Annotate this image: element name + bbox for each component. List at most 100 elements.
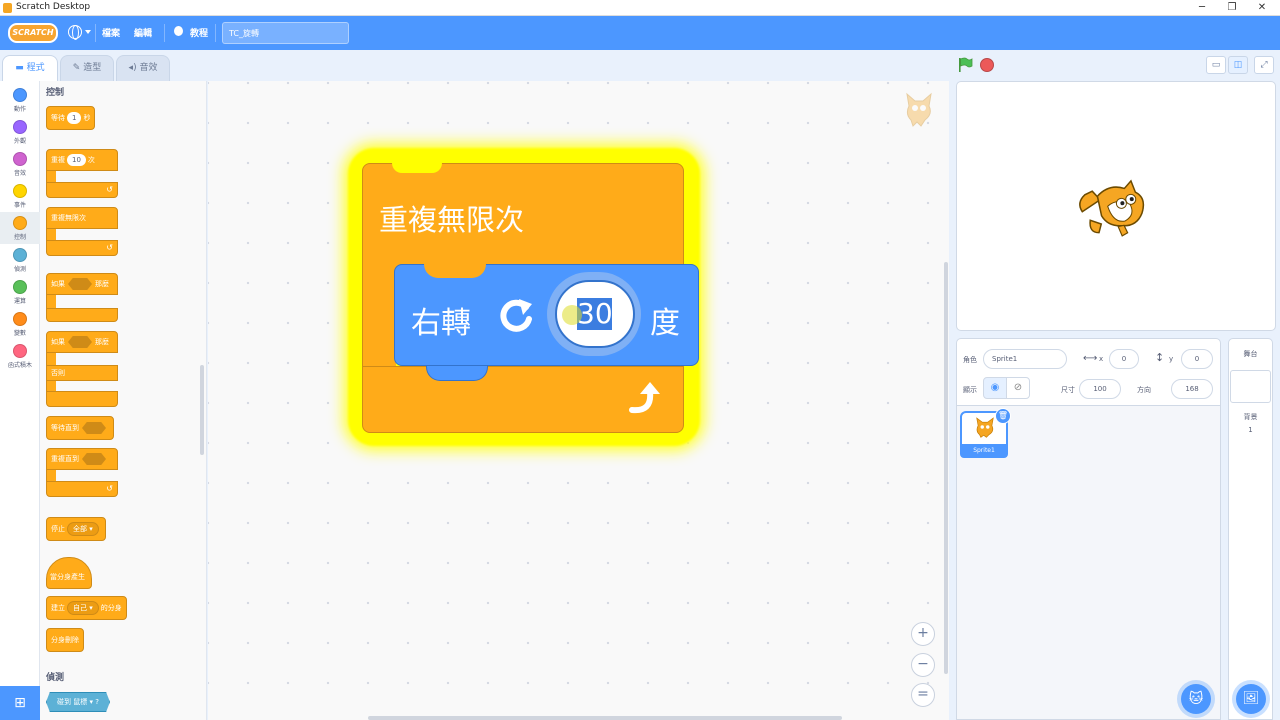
x-position-input[interactable]: 0: [1109, 349, 1139, 369]
tab-costumes[interactable]: ✎ 造型: [60, 55, 114, 81]
repeat-block-top: 重複 10 次: [46, 149, 118, 171]
fullscreen-button[interactable]: ⤢: [1254, 56, 1274, 74]
category-sensing[interactable]: 偵測: [0, 244, 40, 276]
scratch-logo[interactable]: SCRATCH: [8, 23, 58, 43]
clone-hat-label: 當分身產生: [50, 573, 85, 581]
x-label: x: [1099, 355, 1104, 363]
ifelse-block-arm: [46, 353, 56, 365]
if-block-arm: [46, 295, 56, 309]
category-sound[interactable]: 音效: [0, 148, 40, 180]
zoom-reset-button[interactable]: =: [911, 683, 935, 707]
category-variables[interactable]: 變數: [0, 308, 40, 340]
file-menu[interactable]: 檔案: [102, 26, 120, 39]
edit-menu[interactable]: 編輯: [134, 26, 152, 39]
menu-divider: [95, 24, 96, 42]
show-label: 顯示: [963, 386, 977, 394]
direction-label: 方向: [1137, 386, 1151, 394]
degree-label: 度: [650, 306, 680, 341]
sprite-name-label: 角色: [963, 356, 977, 364]
stop-dropdown[interactable]: 全部 ▾: [67, 522, 99, 536]
tab-sounds-label: 音效: [139, 63, 158, 73]
wait-until-block[interactable]: 等待直到: [46, 416, 114, 440]
turn-degrees-value[interactable]: 30: [577, 297, 613, 330]
condition-slot[interactable]: [68, 336, 92, 348]
else-label: 否則: [51, 369, 65, 377]
repeat-until-label: 重複直到: [51, 455, 79, 463]
category-label: 事件: [13, 202, 26, 209]
sensing-dot-icon: [13, 248, 27, 262]
motion-dot-icon: [13, 88, 27, 102]
category-events[interactable]: 事件: [0, 180, 40, 212]
speaker-icon: ◂): [128, 63, 140, 73]
app-icon: [3, 3, 12, 13]
forever-block-arm-section: [362, 266, 396, 368]
repeat-count-input[interactable]: 10: [67, 154, 86, 166]
stop-block[interactable]: 停止 全部 ▾: [46, 517, 106, 541]
language-globe-icon[interactable]: [68, 25, 82, 40]
wait-seconds-input[interactable]: 1: [67, 112, 82, 124]
large-stage-button[interactable]: ◫: [1228, 56, 1248, 74]
control-dot-icon: [13, 216, 27, 230]
y-position-input[interactable]: 0: [1181, 349, 1213, 369]
category-operators[interactable]: 運算: [0, 276, 40, 308]
size-input[interactable]: 100: [1079, 379, 1121, 399]
cat-sprite-image[interactable]: [1074, 175, 1154, 239]
script-vertical-scrollbar[interactable]: [944, 262, 948, 674]
menu-divider: [164, 24, 165, 42]
backdrop-thumbnail[interactable]: [1230, 370, 1271, 403]
category-label: 控制: [13, 234, 26, 241]
variables-dot-icon: [13, 312, 27, 326]
zoom-out-button[interactable]: −: [911, 653, 935, 677]
maximize-button[interactable]: ❐: [1224, 1, 1240, 15]
add-extension-button[interactable]: ⊞: [0, 686, 40, 720]
x-arrow-icon: ⟷: [1083, 353, 1098, 364]
category-my-blocks[interactable]: 函式積木: [0, 340, 40, 372]
category-label: 動作: [13, 106, 26, 113]
tutorials-menu[interactable]: 教程: [190, 26, 208, 39]
choose-backdrop-button[interactable]: 🖼: [1236, 684, 1266, 714]
category-motion[interactable]: 動作: [0, 84, 40, 116]
window-title: Scratch Desktop: [16, 2, 91, 12]
small-stage-button[interactable]: ▭: [1206, 56, 1226, 74]
wait-until-label: 等待直到: [51, 424, 79, 432]
current-sprite-watermark-icon: [906, 92, 932, 127]
touching-block[interactable]: 碰到 鼠標 ▾ ?: [46, 692, 110, 712]
project-title-input[interactable]: TC_旋轉: [222, 22, 349, 44]
wait-block[interactable]: 等待 1 秒: [46, 106, 96, 130]
delete-sprite-button[interactable]: 🗑: [995, 408, 1011, 424]
repeat-until-top: 重複直到: [46, 448, 118, 470]
zoom-in-button[interactable]: +: [911, 622, 935, 646]
choose-sprite-button[interactable]: 🐱: [1181, 684, 1211, 714]
lightbulb-icon[interactable]: [174, 26, 183, 36]
stage-panel-title: 舞台: [1243, 350, 1258, 358]
tab-code[interactable]: ▬ 程式: [2, 55, 58, 82]
category-label: 函式積木: [7, 362, 32, 369]
touching-dropdown[interactable]: 鼠標 ▾: [73, 698, 93, 706]
show-visible-button[interactable]: ◉: [983, 377, 1007, 399]
delete-clone-label: 分身刪除: [51, 636, 79, 644]
delete-clone-block[interactable]: 分身刪除: [46, 628, 84, 652]
clone-target-dropdown[interactable]: 自己 ▾: [67, 601, 99, 615]
script-horizontal-scrollbar[interactable]: [368, 716, 842, 720]
condition-slot[interactable]: [68, 278, 92, 290]
size-label: 尺寸: [1061, 386, 1075, 394]
sprite-name-input[interactable]: Sprite1: [983, 349, 1067, 369]
close-button[interactable]: ✕: [1254, 1, 1270, 15]
create-clone-suffix: 的分身: [100, 604, 122, 612]
category-menu: 動作 外觀 音效 事件 控制 偵測 運算 變數 函式積木: [0, 81, 40, 720]
stop-sign-icon[interactable]: [980, 58, 994, 72]
show-hidden-button[interactable]: ⊘: [1006, 377, 1030, 399]
create-clone-block[interactable]: 建立 自己 ▾ 的分身: [46, 596, 127, 620]
minimize-button[interactable]: ─: [1194, 1, 1210, 15]
condition-slot[interactable]: [82, 453, 106, 465]
loop-arrow-icon: [629, 382, 660, 414]
condition-slot[interactable]: [82, 422, 106, 434]
tab-sounds[interactable]: ◂) 音效: [116, 55, 170, 81]
category-looks[interactable]: 外觀: [0, 116, 40, 148]
direction-input[interactable]: 168: [1171, 379, 1213, 399]
mouse-cursor-highlight: [562, 305, 582, 325]
category-control[interactable]: 控制: [0, 212, 40, 244]
green-flag-icon[interactable]: [957, 57, 973, 73]
eye-slash-icon: ⊘: [1013, 382, 1023, 393]
palette-scrollbar[interactable]: [200, 365, 204, 455]
